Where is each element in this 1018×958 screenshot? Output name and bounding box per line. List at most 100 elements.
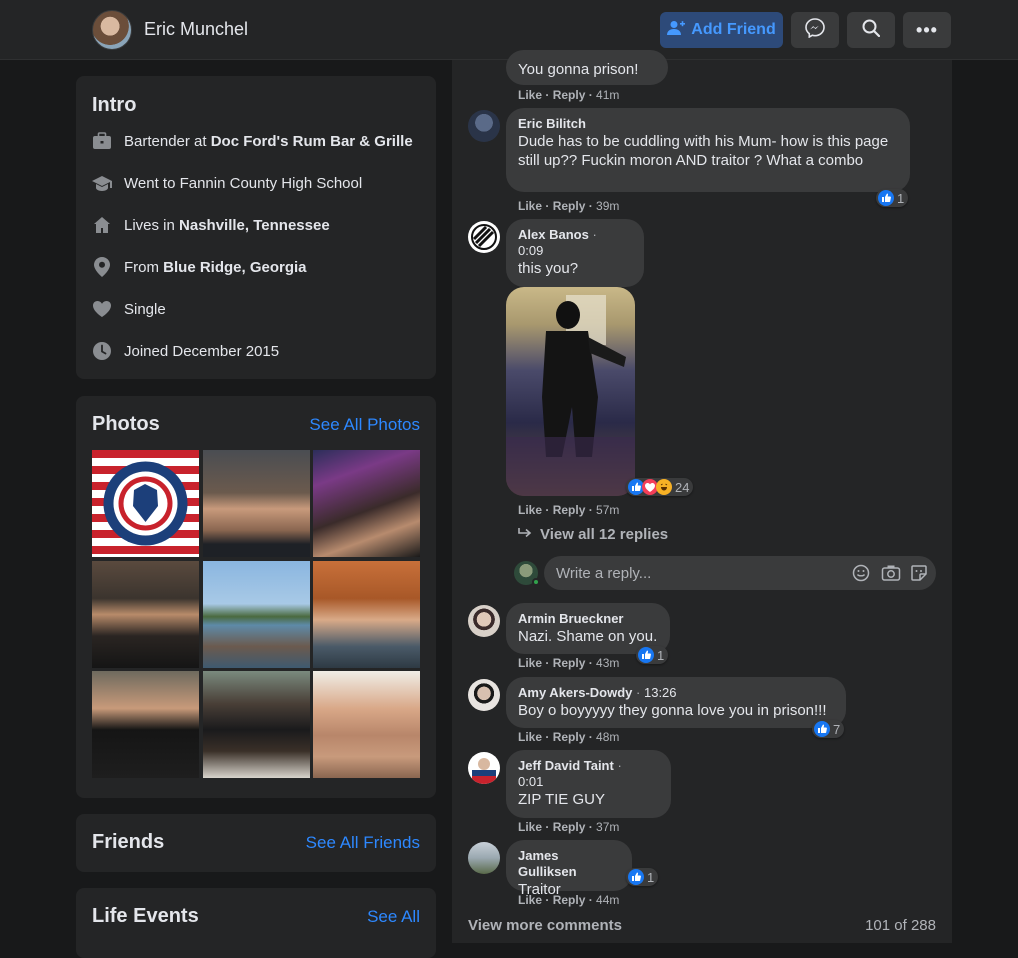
view-replies-link[interactable]: View all 12 replies xyxy=(518,526,668,543)
see-all-photos-link[interactable]: See All Photos xyxy=(309,415,420,435)
comment-actions: Like · Reply · 41m xyxy=(518,88,620,102)
comment-actions: Like · Reply · 39m xyxy=(518,199,620,213)
see-all-life-events-link[interactable]: See All xyxy=(367,907,420,927)
intro-from: From Blue Ridge, Georgia xyxy=(92,255,307,279)
view-more-comments-link[interactable]: View more comments xyxy=(468,917,622,934)
like-link[interactable]: Like xyxy=(518,88,542,102)
comment-time[interactable]: 44m xyxy=(596,893,619,907)
comment-author[interactable]: Armin Brueckner xyxy=(518,611,658,627)
like-link[interactable]: Like xyxy=(518,730,542,744)
profile-avatar[interactable] xyxy=(92,10,132,50)
photos-title: Photos xyxy=(92,413,160,435)
reaction-count-badge[interactable]: 1 xyxy=(876,189,909,207)
reply-link[interactable]: Reply xyxy=(553,893,586,907)
commenter-avatar[interactable] xyxy=(468,110,500,142)
comment-time[interactable]: 48m xyxy=(596,730,619,744)
separator: · xyxy=(592,227,597,242)
comment-author[interactable]: Jeff David Taint xyxy=(518,758,614,773)
photo-thumbnail[interactable] xyxy=(203,561,310,668)
work-place-link[interactable]: Doc Ford's Rum Bar & Grille xyxy=(211,133,413,150)
like-link[interactable]: Like xyxy=(518,199,542,213)
friends-title: Friends xyxy=(92,831,165,853)
reply-input[interactable]: Write a reply... xyxy=(544,556,936,590)
reply-link[interactable]: Reply xyxy=(553,730,586,744)
comment-time[interactable]: 57m xyxy=(596,503,619,517)
comment-bubble: Amy Akers-Dowdy · 13:26 Boy o boyyyyy th… xyxy=(506,677,846,728)
from-place-link[interactable]: Blue Ridge, Georgia xyxy=(163,259,306,276)
comment-time[interactable]: 37m xyxy=(596,820,619,834)
commenter-avatar[interactable] xyxy=(468,752,500,784)
ellipsis-icon: ••• xyxy=(916,19,938,40)
reaction-count-badge[interactable]: 24 xyxy=(626,478,694,496)
heart-icon xyxy=(92,299,112,319)
comment-time[interactable]: 41m xyxy=(596,88,619,102)
comment-timestamp[interactable]: 0:01 xyxy=(518,774,659,790)
reply-link[interactable]: Reply xyxy=(553,199,586,213)
add-friend-label: Add Friend xyxy=(691,21,776,38)
comment-timestamp[interactable]: 0:09 xyxy=(518,243,632,259)
comment-author[interactable]: Amy Akers-Dowdy xyxy=(518,685,632,700)
add-friend-button[interactable]: Add Friend xyxy=(660,12,783,48)
life-events-card: Life Events See All xyxy=(76,888,436,958)
photo-thumbnail[interactable] xyxy=(92,561,199,668)
commenter-avatar[interactable] xyxy=(468,605,500,637)
comment-author[interactable]: James Gulliksen xyxy=(518,848,620,880)
intro-lives: Lives in Nashville, Tennessee xyxy=(92,213,330,237)
friends-card: Friends See All Friends xyxy=(76,814,436,872)
commenter-avatar[interactable] xyxy=(468,842,500,874)
clock-icon xyxy=(92,341,112,361)
location-pin-icon xyxy=(92,257,112,277)
search-button[interactable] xyxy=(847,12,895,48)
sticker-icon[interactable] xyxy=(910,564,928,587)
briefcase-icon xyxy=(92,131,112,151)
comment-time[interactable]: 43m xyxy=(596,656,619,670)
see-all-friends-link[interactable]: See All Friends xyxy=(306,833,420,853)
comment-author-line: Amy Akers-Dowdy · 13:26 xyxy=(518,685,834,701)
like-reaction-icon xyxy=(878,190,894,206)
work-prefix: Bartender at xyxy=(124,132,211,150)
reaction-count: 1 xyxy=(657,647,665,663)
reaction-count: 1 xyxy=(897,190,905,206)
comment-image[interactable] xyxy=(506,287,635,496)
intro-joined: Joined December 2015 xyxy=(92,339,279,363)
comment-author[interactable]: Eric Bilitch xyxy=(518,116,898,132)
photo-thumbnail[interactable] xyxy=(313,671,420,778)
comment-author[interactable]: Alex Banos xyxy=(518,227,589,242)
reply-link[interactable]: Reply xyxy=(553,820,586,834)
education-text[interactable]: Went to Fannin County High School xyxy=(124,175,362,192)
photo-thumbnail[interactable] xyxy=(92,671,199,778)
from-prefix: From xyxy=(124,258,164,276)
profile-name[interactable]: Eric Munchel xyxy=(144,19,248,40)
reaction-count-badge[interactable]: 1 xyxy=(636,646,669,664)
lives-place-link[interactable]: Nashville, Tennessee xyxy=(179,217,330,234)
reply-link[interactable]: Reply xyxy=(553,88,586,102)
intro-education: Went to Fannin County High School xyxy=(92,171,362,195)
message-button[interactable] xyxy=(791,12,839,48)
reply-link[interactable]: Reply xyxy=(553,503,586,517)
photo-thumbnail[interactable] xyxy=(92,450,199,557)
photo-thumbnail[interactable] xyxy=(203,671,310,778)
comment-timestamp[interactable]: 13:26 xyxy=(644,685,677,700)
emoji-icon[interactable] xyxy=(852,564,870,587)
more-options-button[interactable]: ••• xyxy=(903,12,951,48)
photo-thumbnail[interactable] xyxy=(313,450,420,557)
reply-link[interactable]: Reply xyxy=(553,656,586,670)
online-status-dot xyxy=(532,578,540,586)
photo-thumbnail[interactable] xyxy=(313,561,420,668)
intro-card: Intro Bartender at Doc Ford's Rum Bar & … xyxy=(76,76,436,379)
like-link[interactable]: Like xyxy=(518,820,542,834)
lives-prefix: Lives in xyxy=(124,216,180,234)
reaction-count-badge[interactable]: 7 xyxy=(812,720,845,738)
like-link[interactable]: Like xyxy=(518,503,542,517)
comment-bubble: Eric Bilitch Dude has to be cuddling wit… xyxy=(506,108,910,192)
intro-work: Bartender at Doc Ford's Rum Bar & Grille xyxy=(92,129,413,153)
reaction-count-badge[interactable]: 1 xyxy=(626,868,659,886)
photo-thumbnail[interactable] xyxy=(203,450,310,557)
comment-time[interactable]: 39m xyxy=(596,199,619,213)
commenter-avatar[interactable] xyxy=(468,221,500,253)
comment-bubble: Jeff David Taint · 0:01 ZIP TIE GUY xyxy=(506,750,671,818)
like-link[interactable]: Like xyxy=(518,656,542,670)
like-link[interactable]: Like xyxy=(518,893,542,907)
camera-icon[interactable] xyxy=(881,564,901,587)
commenter-avatar[interactable] xyxy=(468,679,500,711)
